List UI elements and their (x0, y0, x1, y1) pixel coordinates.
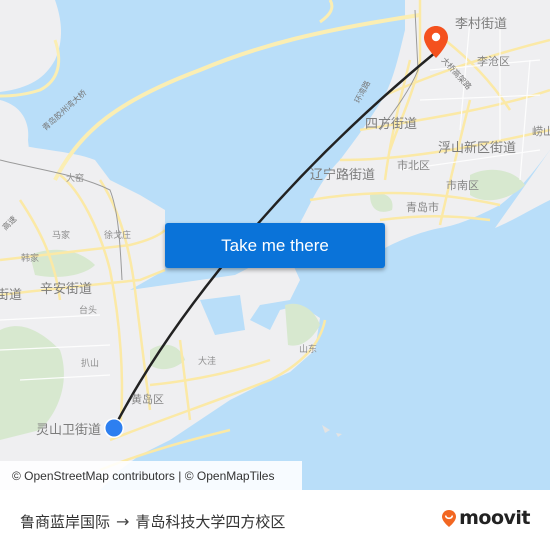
map-label-huangdao: 黄岛区 (131, 393, 164, 406)
destination-pin-icon[interactable] (423, 25, 449, 59)
destination-name: 青岛科技大学四方校区 (135, 512, 286, 531)
map-label-liaoning: 辽宁路街道 (310, 168, 376, 183)
attribution-text[interactable]: © OpenStreetMap contributors | © OpenMap… (12, 469, 274, 483)
map-label-qingdao: 青岛市 (406, 201, 439, 214)
map-label-majia: 马家 (52, 231, 71, 241)
origin-marker[interactable] (103, 417, 125, 439)
map-attribution: © OpenStreetMap contributors | © OpenMap… (0, 461, 302, 490)
map-label-shandong: 山东 (299, 345, 318, 355)
map-label-bashan: 扒山 (81, 359, 100, 369)
take-me-there-button[interactable]: Take me there (165, 223, 385, 268)
map-label-sifang: 四方街道 (365, 117, 418, 132)
map-label-shibei: 市北区 (397, 159, 430, 172)
map-label-licang: 李沧区 (477, 55, 510, 68)
map-label-lao: 崂山 (532, 125, 550, 138)
map-label-hanjia: 韩家 (21, 254, 40, 264)
map-label-dayao: 大窑 (66, 174, 85, 184)
map-label-jiedao-partial: 街道 (0, 288, 23, 303)
map-label-shinan: 市南区 (446, 179, 479, 192)
map-view[interactable]: 李村街道 李沧区 四方街道 浮山新区街道 崂山 辽宁路街道 市北区 市南区 青岛… (0, 0, 550, 490)
map-label-licun: 李村街道 (455, 17, 508, 32)
map-label-lingshanwei: 灵山卫街道 (36, 423, 102, 438)
map-label-dazhu: 大洼 (198, 357, 217, 367)
map-label-taitou: 台头 (79, 306, 98, 316)
map-label-fushan: 浮山新区街道 (438, 141, 517, 156)
map-label-xinan: 辛安街道 (40, 282, 93, 297)
route-summary: 鲁商蓝岸国际 → 青岛科技大学四方校区 (20, 501, 285, 541)
footer-bar: 鲁商蓝岸国际 → 青岛科技大学四方校区 moovit (0, 490, 550, 550)
moovit-pin-icon (442, 509, 457, 527)
origin-name: 鲁商蓝岸国际 (20, 512, 111, 531)
map-label-xugezhuang: 徐戈庄 (104, 231, 132, 241)
arrow-right-icon: → (116, 511, 130, 531)
moovit-logo[interactable]: moovit (441, 507, 530, 529)
moovit-wordmark: moovit (459, 507, 530, 529)
